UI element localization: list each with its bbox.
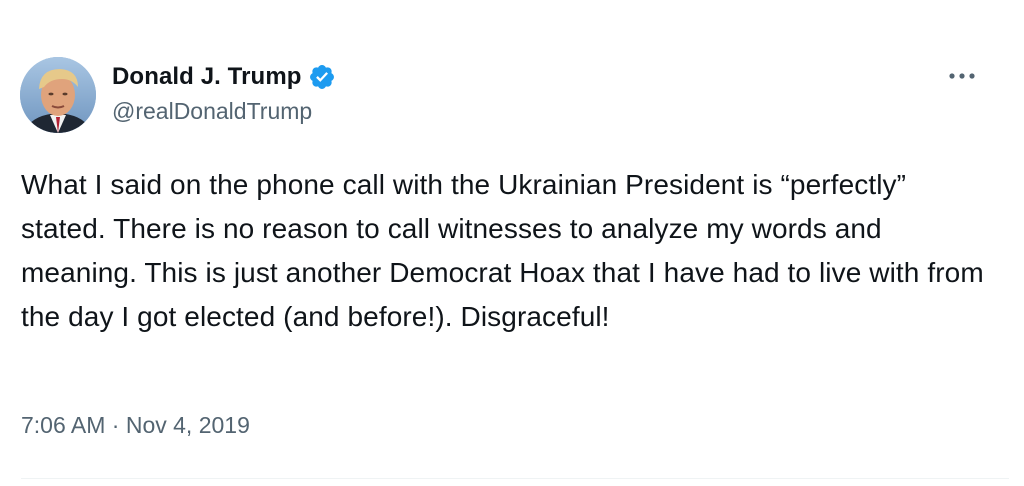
avatar[interactable] xyxy=(20,57,96,133)
tweet-date: Nov 4, 2019 xyxy=(125,412,250,438)
tweet-timestamp[interactable]: 7:06 AM · Nov 4, 2019 xyxy=(21,412,250,439)
avatar-image xyxy=(20,57,96,133)
more-horizontal-icon xyxy=(949,73,975,79)
tweet-text: What I said on the phone call with the U… xyxy=(21,169,984,332)
verified-badge-icon[interactable] xyxy=(308,63,336,91)
divider xyxy=(21,478,1009,479)
more-options-button[interactable] xyxy=(944,64,980,88)
author-handle[interactable]: @realDonaldTrump xyxy=(112,98,312,125)
author-name-row: Donald J. Trump xyxy=(112,60,336,94)
author-display-name[interactable]: Donald J. Trump xyxy=(112,63,302,91)
tweet-time: 7:06 AM xyxy=(21,412,106,438)
timestamp-separator: · xyxy=(111,412,120,438)
tweet-card: Donald J. Trump @realDonaldTrump What I … xyxy=(0,0,1024,486)
